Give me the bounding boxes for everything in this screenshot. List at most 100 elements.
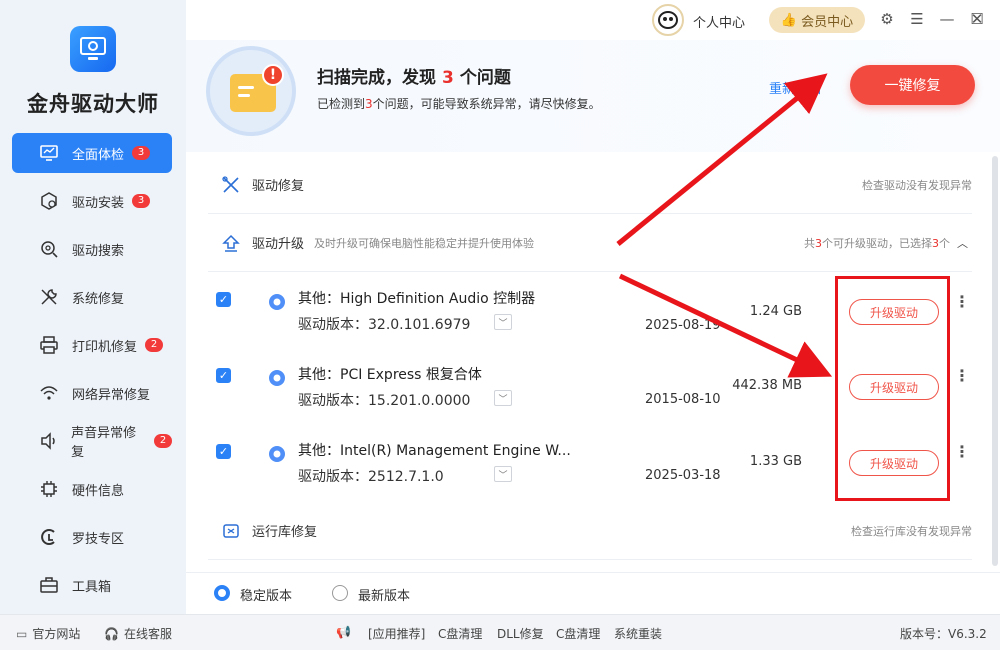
more-options-icon[interactable]: ⋮ [954, 366, 970, 385]
gear-search-icon [38, 238, 60, 260]
upgrade-icon [220, 232, 242, 254]
sidebar-item-label: 工具箱 [72, 579, 112, 595]
box-gear-icon [38, 190, 60, 212]
section-driver-upgrade[interactable]: 驱动升级 及时升级可确保电脑性能稳定并提升使用体验 共3个可升级驱动，已选择3个… [208, 214, 972, 272]
app-logo-icon [70, 26, 116, 72]
driver-checkbox[interactable]: ✓ [216, 444, 231, 459]
system-reinstall-link[interactable]: 系统重装 [614, 625, 662, 642]
user-center-link[interactable]: 个人中心 [693, 12, 745, 31]
toolbox-icon [38, 574, 60, 596]
driver-size: 1.33 GB [749, 454, 802, 469]
driver-name: 其他：PCI Express 根复合体 [298, 367, 482, 383]
driver-version: 驱动版本：2512.7.1.0 [298, 469, 444, 485]
driver-checkbox[interactable]: ✓ [216, 292, 231, 307]
section-title: 驱动修复 [252, 179, 305, 194]
version-number: 版本号：V6.3.2 [900, 627, 987, 641]
count-badge: 2 [154, 434, 172, 448]
chevron-up-icon[interactable]: ︿ [957, 235, 968, 251]
vip-label: 会员中心 [801, 14, 854, 30]
driver-size: 1.24 GB [749, 304, 802, 319]
section-driver-repair[interactable]: 驱动修复 检查驱动没有发现异常 [208, 156, 972, 214]
sidebar-item-label: 系统修复 [72, 291, 125, 307]
version-dropdown[interactable]: ﹀ [494, 466, 512, 482]
stable-version-label[interactable]: 稳定版本 [240, 585, 292, 604]
driver-date: 2025-03-18 [645, 468, 721, 483]
count-badge: 3 [132, 194, 151, 208]
version-dropdown[interactable]: ﹀ [494, 390, 512, 406]
sidebar-item-label: 打印机修复 [72, 339, 138, 355]
section-title: 运行库修复 [252, 525, 318, 540]
settings-icon[interactable]: ⚙ [877, 9, 897, 29]
sidebar-item-label: 罗技专区 [72, 531, 125, 547]
driver-date: 2015-08-10 [645, 392, 721, 407]
megaphone-icon: 📢 [336, 625, 351, 639]
count-badge: 2 [145, 338, 164, 352]
official-website-link[interactable]: ▭ 官方网站 [16, 625, 80, 642]
footer: ▭ 官方网站 🎧 在线客服 📢 [应用推荐] C盘清理 DLL修复 C盘清理 系统重… [0, 614, 1000, 650]
driver-size: 442.38 MB [732, 378, 802, 393]
close-icon[interactable]: ✕ [967, 9, 987, 29]
tools-icon [220, 174, 242, 196]
wifi-icon [38, 382, 60, 404]
speaker-icon [38, 430, 59, 452]
count-badge: 3 [132, 146, 151, 160]
app-name: 金舟驱动大师 [27, 92, 159, 116]
driver-name: 其他：High Definition Audio 控制器 [298, 291, 536, 307]
section-title: 驱动升级 [252, 237, 305, 252]
sidebar-item-sound-repair[interactable]: 声音异常修复 2 [12, 421, 172, 461]
app-recommend-link[interactable]: [应用推荐] [368, 625, 425, 642]
driver-version: 驱动版本：32.0.101.6979 [298, 317, 471, 333]
dll-repair-link[interactable]: DLL修复 [497, 625, 544, 642]
sidebar-item-full-check[interactable]: 全面体检 3 [12, 133, 172, 173]
runtime-icon [220, 520, 242, 542]
section-status: 检查运行库没有发现异常 [851, 524, 972, 538]
sidebar-item-label: 声音异常修复 [71, 426, 137, 460]
avatar[interactable] [652, 4, 684, 36]
upgrade-buttons-highlight [835, 276, 950, 501]
c-drive-clean-link[interactable]: C盘清理 [438, 625, 482, 642]
sidebar-item-driver-install[interactable]: 驱动安装 3 [12, 181, 172, 221]
sidebar-item-label: 硬件信息 [72, 483, 125, 499]
scan-result-header: ! 扫描完成，发现 3 个问题 已检测到3个问题，可能导致系统异常，请尽快修复。 重… [186, 40, 1000, 152]
chip-icon [38, 478, 60, 500]
online-service-link[interactable]: 🎧 在线客服 [104, 625, 172, 642]
sidebar-item-label: 驱动安装 [72, 195, 125, 211]
sidebar-item-label: 网络异常修复 [72, 387, 151, 403]
menu-icon[interactable]: ☰ [907, 9, 927, 29]
section-description: 及时升级可确保电脑性能稳定并提升使用体验 [314, 236, 535, 250]
vip-center-button[interactable]: 👍 会员中心 [769, 7, 865, 33]
scan-result-illustration: ! [206, 46, 296, 136]
website-icon: ▭ [16, 626, 28, 641]
sidebar-item-toolbox[interactable]: 工具箱 [12, 565, 172, 605]
sidebar-item-logitech[interactable]: 罗技专区 [12, 517, 172, 557]
sidebar-item-driver-search[interactable]: 驱动搜索 [12, 229, 172, 269]
driver-version: 驱动版本：15.201.0.0000 [298, 393, 471, 409]
sidebar-nav: 全面体检 3 驱动安装 3 驱动搜索 系统修复 打印机修复 2 网络异常修复 声… [12, 133, 172, 613]
one-click-fix-button[interactable]: 一键修复 [850, 65, 975, 105]
rescan-link[interactable]: 重新扫描 [769, 78, 821, 97]
version-dropdown[interactable]: ﹀ [494, 314, 512, 330]
scrollbar[interactable] [992, 156, 998, 566]
sidebar-item-network-repair[interactable]: 网络异常修复 [12, 373, 172, 413]
monitor-icon [38, 142, 60, 164]
driver-date: 2025-08-19 [645, 318, 721, 333]
sidebar-item-label: 全面体检 [72, 147, 125, 163]
more-options-icon[interactable]: ⋮ [954, 442, 970, 461]
minimize-icon[interactable]: — [937, 9, 957, 29]
driver-checkbox[interactable]: ✓ [216, 368, 231, 383]
section-runtime-repair[interactable]: 运行库修复 检查运行库没有发现异常 [208, 502, 972, 560]
sidebar-item-system-repair[interactable]: 系统修复 [12, 277, 172, 317]
latest-version-radio[interactable] [332, 585, 348, 601]
latest-version-label[interactable]: 最新版本 [358, 585, 410, 604]
logitech-icon [38, 526, 60, 548]
version-choice-bar: 稳定版本 最新版本 [186, 572, 1000, 614]
c-drive-clean-link-2[interactable]: C盘清理 [556, 625, 600, 642]
sidebar-item-hardware-info[interactable]: 硬件信息 [12, 469, 172, 509]
upgrade-summary: 共3个可升级驱动，已选择3个 [804, 236, 950, 250]
scan-subtitle: 已检测到3个问题，可能导致系统异常，请尽快修复。 [317, 97, 601, 111]
sidebar-item-printer-repair[interactable]: 打印机修复 2 [12, 325, 172, 365]
stable-version-radio[interactable] [214, 585, 230, 601]
more-options-icon[interactable]: ⋮ [954, 292, 970, 311]
driver-gear-icon [269, 446, 285, 462]
sidebar-item-label: 驱动搜索 [72, 243, 125, 259]
